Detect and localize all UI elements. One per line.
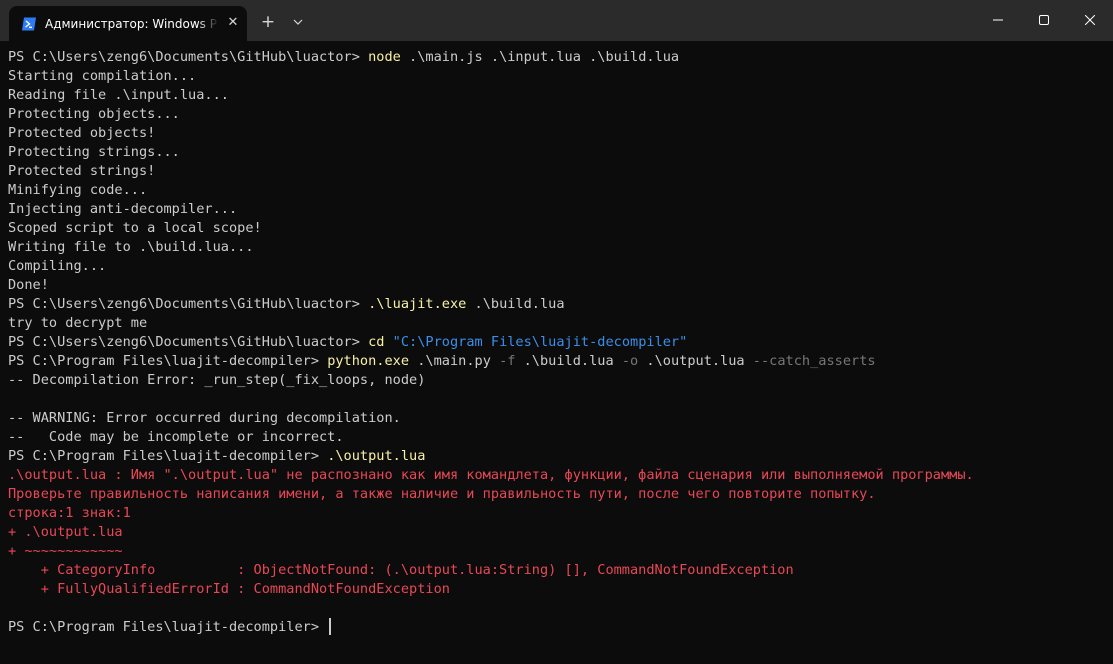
new-tab-button[interactable]: + bbox=[258, 12, 278, 32]
prompt-text: PS C:\Program Files\luajit-decompiler> bbox=[8, 619, 328, 635]
error-line: + CategoryInfo : ObjectNotFound: (.\outp… bbox=[8, 562, 794, 578]
command-args: .\build.lua bbox=[515, 353, 622, 369]
terminal-window: Администратор: Windows PowerShell ✕ + PS… bbox=[0, 0, 1113, 664]
prompt-line: PS C:\Users\zeng6\Documents\GitHub\luact… bbox=[8, 48, 1103, 67]
output-line: -- Code may be incomplete or incorrect. bbox=[8, 429, 344, 445]
output-line: Injecting anti-decompiler... bbox=[8, 201, 238, 217]
command-name: python.exe bbox=[327, 353, 410, 369]
command-name: cd bbox=[368, 334, 385, 350]
output-line: Compiling... bbox=[8, 258, 107, 274]
command-parameter: -o bbox=[621, 353, 639, 369]
scrollbar[interactable] bbox=[1106, 48, 1109, 654]
output-line: Done! bbox=[8, 277, 49, 293]
error-line: строка:1 знак:1 bbox=[8, 505, 131, 521]
output-line: Scoped script to a local scope! bbox=[8, 220, 262, 236]
error-line: + .\output.lua bbox=[8, 524, 123, 540]
output-line: -- Decompilation Error: _run_step(_fix_l… bbox=[8, 372, 426, 388]
error-line: .\output.lua : Имя ".\output.lua" не рас… bbox=[8, 467, 974, 483]
output-line: Reading file .\input.lua... bbox=[8, 87, 229, 103]
minimize-button[interactable] bbox=[975, 0, 1021, 40]
command-string-arg: "C:\Program Files\luajit-decompiler" bbox=[392, 334, 688, 350]
output-line: Minifying code... bbox=[8, 182, 148, 198]
prompt-text: PS C:\Users\zeng6\Documents\GitHub\luact… bbox=[8, 334, 369, 350]
prompt-text: PS C:\Program Files\luajit-decompiler> bbox=[8, 448, 328, 464]
command-name: .\output.lua bbox=[327, 448, 426, 464]
output-line: -- WARNING: Error occurred during decomp… bbox=[8, 410, 401, 426]
command-args bbox=[384, 334, 392, 350]
output-line: Protecting objects... bbox=[8, 106, 180, 122]
command-args: .\output.lua bbox=[638, 353, 753, 369]
prompt-line: PS C:\Program Files\luajit-decompiler> p… bbox=[8, 352, 1103, 371]
chevron-down-icon[interactable] bbox=[290, 14, 306, 30]
terminal-output[interactable]: PS C:\Users\zeng6\Documents\GitHub\luact… bbox=[8, 48, 1103, 658]
command-name: node bbox=[368, 49, 401, 65]
powershell-icon bbox=[22, 17, 36, 31]
tab-powershell[interactable]: Администратор: Windows PowerShell ✕ bbox=[9, 6, 247, 41]
output-line: try to decrypt me bbox=[8, 315, 148, 331]
text-cursor bbox=[329, 618, 332, 635]
maximize-button[interactable] bbox=[1021, 0, 1067, 40]
output-line: Writing file to .\build.lua... bbox=[8, 239, 254, 255]
prompt-line: PS C:\Users\zeng6\Documents\GitHub\luact… bbox=[8, 333, 1103, 352]
command-name: .\luajit.exe bbox=[368, 296, 467, 312]
prompt-text: PS C:\Program Files\luajit-decompiler> bbox=[8, 353, 328, 369]
minimize-icon bbox=[993, 19, 1003, 21]
error-line: + FullyQualifiedErrorId : CommandNotFoun… bbox=[8, 581, 450, 597]
output-line: Protecting strings... bbox=[8, 144, 180, 160]
maximize-icon bbox=[1039, 15, 1049, 25]
command-args: .\main.js .\input.lua .\build.lua bbox=[400, 49, 680, 65]
close-icon bbox=[1085, 15, 1095, 25]
error-line: Проверьте правильность написания имени, … bbox=[8, 486, 876, 502]
command-args: .\main.py bbox=[409, 353, 500, 369]
prompt-text: PS C:\Users\zeng6\Documents\GitHub\luact… bbox=[8, 296, 369, 312]
current-prompt-line: PS C:\Program Files\luajit-decompiler> bbox=[8, 618, 1103, 637]
output-line: Protected strings! bbox=[8, 163, 156, 179]
tab-title: Администратор: Windows PowerShell bbox=[45, 17, 217, 31]
output-line: Protected objects! bbox=[8, 125, 156, 141]
output-line: Starting compilation... bbox=[8, 68, 197, 84]
tab-title-fade bbox=[197, 14, 219, 34]
prompt-line: PS C:\Program Files\luajit-decompiler> .… bbox=[8, 447, 1103, 466]
command-parameter: --catch_asserts bbox=[752, 353, 876, 369]
prompt-line: PS C:\Users\zeng6\Documents\GitHub\luact… bbox=[8, 295, 1103, 314]
title-bar: Администратор: Windows PowerShell ✕ + bbox=[0, 0, 1113, 41]
command-args: .\build.lua bbox=[466, 296, 565, 312]
command-parameter: -f bbox=[499, 353, 516, 369]
error-line: + ~~~~~~~~~~~~ bbox=[8, 543, 123, 559]
close-icon[interactable]: ✕ bbox=[226, 16, 240, 30]
close-window-button[interactable] bbox=[1067, 0, 1113, 40]
prompt-text: PS C:\Users\zeng6\Documents\GitHub\luact… bbox=[8, 49, 369, 65]
